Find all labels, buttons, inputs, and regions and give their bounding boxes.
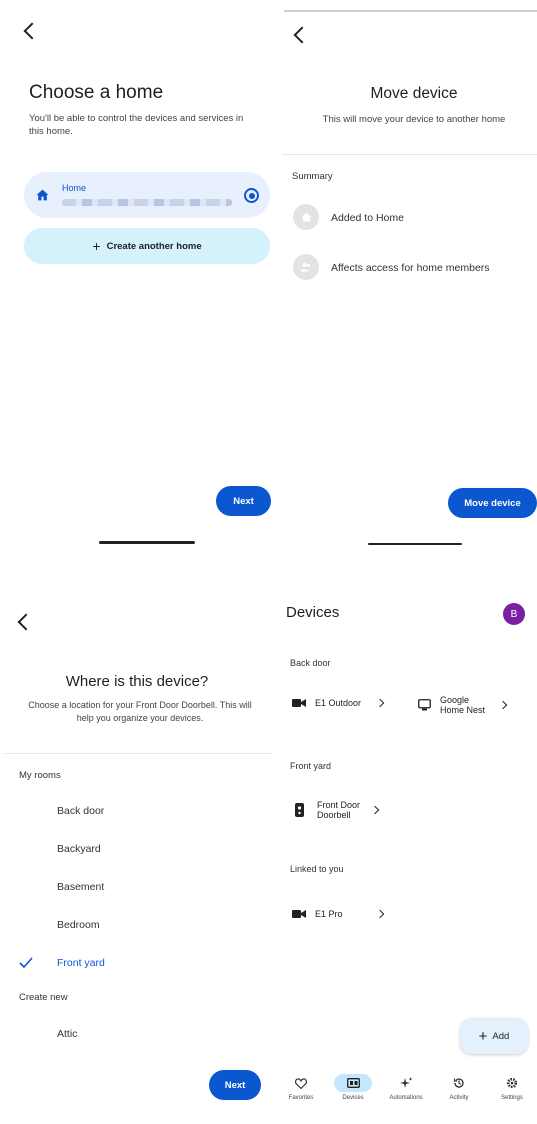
nav-devices[interactable]: Devices (331, 1074, 375, 1101)
chevron-right-icon (375, 698, 385, 708)
home-icon (293, 204, 319, 230)
home-icon (36, 189, 49, 201)
back-arrow-icon[interactable] (293, 26, 311, 44)
nav-label: Favorites (288, 1095, 314, 1101)
nav-settings[interactable]: Settings (490, 1074, 534, 1101)
back-arrow-icon[interactable] (17, 613, 35, 631)
gear-icon (506, 1077, 518, 1089)
add-label: Add (492, 1030, 510, 1042)
history-icon (453, 1078, 464, 1088)
avatar[interactable]: B (503, 603, 525, 625)
next-button[interactable]: Next (216, 486, 271, 516)
home-option-card[interactable]: Home (24, 172, 270, 218)
room-option-back-door[interactable]: Back door (57, 805, 104, 817)
nav-label: Devices (342, 1095, 364, 1101)
device-tile-e1-outdoor[interactable]: E1 Outdoor (292, 698, 385, 708)
next-button[interactable]: Next (209, 1070, 261, 1100)
move-device-screen: Move device This will move your device t… (278, 0, 537, 560)
home-indicator (99, 541, 195, 544)
where-device-screen: Where is this device? Choose a location … (0, 586, 274, 1124)
device-tile-e1-pro[interactable]: E1 Pro (292, 909, 385, 919)
chevron-right-icon (498, 700, 508, 710)
nav-activity[interactable]: Activity (437, 1074, 481, 1101)
page-title: Choose a home (29, 82, 164, 103)
top-edge-divider (284, 10, 537, 12)
choose-home-screen: Choose a home You'll be able to control … (0, 0, 276, 560)
create-another-home-button[interactable]: + Create another home (24, 228, 270, 264)
doorbell-icon (295, 803, 304, 817)
page-title: Devices (286, 604, 340, 621)
home-option-label: Home (62, 183, 87, 193)
page-subtitle: Choose a location for your Front Door Do… (28, 700, 252, 723)
nav-label: Settings (501, 1095, 523, 1101)
section-heading-back-door: Back door (290, 658, 331, 668)
chevron-right-icon (370, 805, 380, 815)
section-heading-front-yard: Front yard (290, 761, 332, 771)
radio-selected[interactable] (244, 188, 259, 203)
sparkle-icon (399, 1077, 412, 1088)
new-room-option-attic[interactable]: Attic (57, 1028, 77, 1040)
room-option-bedroom[interactable]: Bedroom (57, 919, 100, 931)
summary-heading: Summary (292, 171, 333, 182)
device-name: E1 Outdoor (315, 698, 362, 708)
add-button[interactable]: + Add (460, 1018, 528, 1054)
home-address-redacted (62, 199, 232, 206)
device-name: E1 Pro (315, 909, 343, 919)
device-name: Google Home Nest (440, 695, 486, 715)
plus-icon: + (92, 238, 101, 254)
home-indicator (368, 543, 462, 545)
nav-label: Automations (389, 1095, 423, 1101)
plus-icon: + (478, 1027, 488, 1045)
nav-automations[interactable]: Automations (384, 1074, 428, 1101)
devices-icon (346, 1078, 360, 1088)
device-tile-front-door-doorbell[interactable]: Front Door Doorbell (295, 800, 380, 820)
room-option-basement[interactable]: Basement (57, 881, 104, 893)
page-subtitle: This will move your device to another ho… (322, 114, 506, 125)
divider (282, 154, 537, 155)
nav-favorites[interactable]: Favorites (279, 1074, 323, 1101)
chevron-right-icon (375, 909, 385, 919)
page-subtitle: You'll be able to control the devices an… (29, 113, 244, 137)
nav-label: Activity (449, 1095, 469, 1101)
display-icon (418, 699, 431, 711)
back-arrow-icon[interactable] (23, 22, 41, 40)
move-device-button[interactable]: Move device (448, 488, 537, 518)
section-heading-linked-to-you: Linked to you (290, 864, 344, 874)
page-title: Where is this device? (65, 673, 209, 690)
summary-item-label: Added to Home (331, 212, 404, 224)
camera-icon (292, 699, 306, 707)
create-home-label: Create another home (106, 240, 202, 252)
create-new-heading: Create new (19, 992, 68, 1003)
room-option-front-yard[interactable]: Front yard (57, 957, 105, 969)
devices-screen: Devices B Back door E1 Outdoor Google Ho… (276, 586, 537, 1124)
page-title: Move device (370, 85, 458, 102)
summary-item-label: Affects access for home members (331, 262, 490, 274)
device-name: Front Door Doorbell (317, 800, 361, 820)
people-icon (293, 254, 319, 280)
my-rooms-heading: My rooms (19, 770, 61, 781)
device-tile-google-home-nest[interactable]: Google Home Nest (418, 695, 508, 715)
room-option-backyard[interactable]: Backyard (57, 843, 101, 855)
camera-icon (292, 910, 306, 918)
divider (4, 753, 272, 754)
check-icon (19, 957, 33, 968)
heart-icon (295, 1077, 307, 1089)
